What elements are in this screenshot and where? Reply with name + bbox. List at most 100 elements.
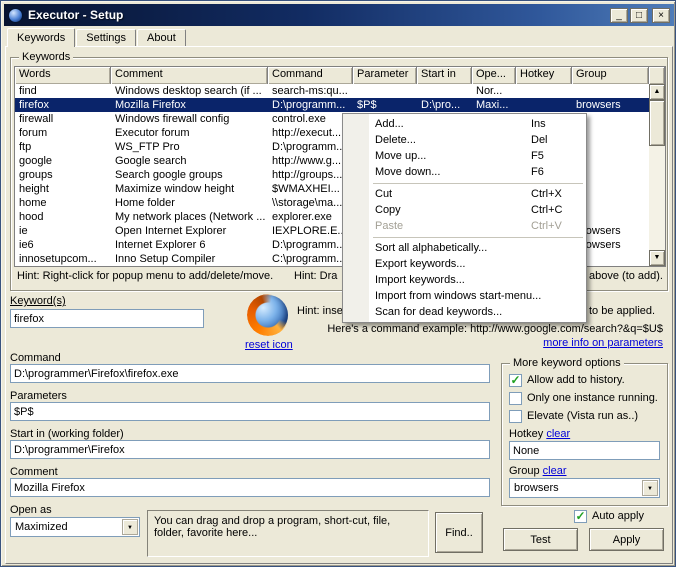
column-header[interactable]: Words: [15, 67, 111, 84]
table-cell: Executor forum: [111, 126, 268, 140]
checkbox-label: Elevate (Vista run as..): [527, 410, 638, 422]
checkbox[interactable]: [509, 392, 522, 405]
column-header[interactable]: Command: [268, 67, 353, 84]
command-label: Command: [10, 352, 61, 364]
hint-drag-fragment-end: above (to add).: [589, 270, 663, 282]
table-cell: Open Internet Explorer: [111, 224, 268, 238]
executor-setup-window: Executor - Setup _ □ × KeywordsSettingsA…: [0, 0, 676, 567]
table-cell: find: [15, 84, 111, 98]
menu-item[interactable]: CopyCtrl+C: [343, 202, 586, 218]
table-cell: control.exe: [268, 112, 353, 126]
table-cell: ie: [15, 224, 111, 238]
group-clear-link[interactable]: clear: [543, 465, 567, 477]
checkbox[interactable]: [509, 410, 522, 423]
auto-apply-checkbox[interactable]: ✓: [574, 510, 587, 523]
menu-item[interactable]: Move up... F5: [343, 148, 586, 164]
parameters-input[interactable]: [10, 402, 490, 421]
column-header[interactable]: Parameter: [353, 67, 417, 84]
menu-item[interactable]: Add...Ins: [343, 116, 586, 132]
hotkey-clear-link[interactable]: clear: [546, 428, 570, 440]
table-cell: D:\programm...: [268, 140, 353, 154]
test-button[interactable]: Test: [503, 528, 578, 551]
menu-item[interactable]: Delete...Del: [343, 132, 586, 148]
scrollbar-thumb[interactable]: [649, 100, 665, 146]
table-cell: search-ms:qu...: [268, 84, 353, 98]
table-cell: [516, 84, 572, 98]
checkbox-label: Allow add to history.: [527, 374, 625, 386]
table-cell: [353, 84, 417, 98]
table-cell: $WMAXHEI...: [268, 182, 353, 196]
checkbox[interactable]: ✓: [509, 374, 522, 387]
apply-button[interactable]: Apply: [589, 528, 664, 551]
reset-icon-link[interactable]: reset icon: [245, 339, 293, 351]
menu-item-label: Import keywords...: [375, 274, 465, 286]
table-cell: D:\programm...: [268, 98, 353, 112]
table-cell: http://execut...: [268, 126, 353, 140]
hotkey-input[interactable]: [509, 441, 660, 460]
command-input[interactable]: [10, 364, 490, 383]
openas-label: Open as: [10, 504, 52, 516]
table-cell: Google search: [111, 154, 268, 168]
column-header[interactable]: Start in: [417, 67, 472, 84]
table-cell: Windows firewall config: [111, 112, 268, 126]
table-cell: D:\pro...: [417, 98, 472, 112]
option-checkbox-row[interactable]: Only one instance running.: [509, 391, 664, 405]
maximize-button[interactable]: □: [630, 8, 648, 23]
menu-item-label: Delete...: [375, 134, 416, 146]
table-row[interactable]: firefoxMozilla FirefoxD:\programm...$P$D…: [15, 98, 649, 112]
more-info-link[interactable]: more info on parameters: [543, 337, 663, 349]
menu-item[interactable]: Import from windows start-menu...: [343, 288, 586, 304]
comment-input[interactable]: [10, 478, 490, 497]
menu-item-label: Move up...: [375, 150, 426, 162]
table-cell: C:\programm...: [268, 252, 353, 266]
table-row[interactable]: findWindows desktop search (if ...search…: [15, 84, 649, 98]
menu-item[interactable]: Sort all alphabetically...: [343, 240, 586, 256]
options-groupbox-label: More keyword options: [510, 357, 624, 369]
hotkey-label: Hotkey clear: [509, 428, 570, 440]
dragdrop-area[interactable]: You can drag and drop a program, short-c…: [147, 510, 429, 557]
maximize-icon: □: [636, 10, 642, 21]
table-cell: IEXPLORE.E...: [268, 224, 353, 238]
hint-insert-fragment-end: to be applied.: [589, 305, 655, 317]
table-cell: http://www.g...: [268, 154, 353, 168]
auto-apply-row[interactable]: ✓ Auto apply: [574, 509, 644, 523]
tab-about[interactable]: About: [137, 29, 186, 46]
find-button[interactable]: Find..: [435, 512, 483, 553]
keyword-input[interactable]: [10, 309, 204, 328]
chevron-down-icon[interactable]: ▼: [642, 480, 658, 496]
open-as-select[interactable]: Maximized ▼: [10, 517, 140, 537]
chevron-down-icon[interactable]: ▼: [122, 519, 138, 535]
close-button[interactable]: ×: [652, 8, 670, 23]
table-cell: Internet Explorer 6: [111, 238, 268, 252]
startin-input[interactable]: [10, 440, 490, 459]
scroll-up-icon[interactable]: ▲: [649, 84, 665, 100]
column-header[interactable]: Ope...: [472, 67, 516, 84]
menu-item-label: Add...: [375, 118, 404, 130]
minimize-button[interactable]: _: [610, 8, 628, 23]
scroll-down-icon[interactable]: ▼: [649, 250, 665, 266]
group-select-value: browsers: [514, 482, 559, 494]
column-header[interactable]: Group: [572, 67, 649, 84]
menu-item[interactable]: Export keywords...: [343, 256, 586, 272]
menu-item-shortcut: F5: [531, 148, 544, 164]
column-header[interactable]: Comment: [111, 67, 268, 84]
menu-item[interactable]: Import keywords...: [343, 272, 586, 288]
menu-item[interactable]: Move down...F6: [343, 164, 586, 180]
tab-keywords[interactable]: Keywords: [7, 28, 75, 47]
menu-item[interactable]: CutCtrl+X: [343, 186, 586, 202]
parameters-label: Parameters: [10, 390, 67, 402]
table-cell: Home folder: [111, 196, 268, 210]
menu-item: PasteCtrl+V: [343, 218, 586, 234]
menu-item[interactable]: Scan for dead keywords...: [343, 304, 586, 320]
hint-drag-fragment-start: Hint: Dra: [294, 270, 337, 282]
menu-item-label: Export keywords...: [375, 258, 465, 270]
group-select[interactable]: browsers ▼: [509, 478, 660, 498]
table-cell: Maxi...: [472, 98, 516, 112]
table-scrollbar[interactable]: ▲ ▼: [649, 84, 665, 266]
command-example-text: Here's a command example: http://www.goo…: [327, 323, 663, 335]
table-cell: firefox: [15, 98, 111, 112]
column-header[interactable]: Hotkey: [516, 67, 572, 84]
option-checkbox-row[interactable]: ✓ Allow add to history.: [509, 373, 664, 387]
tab-settings[interactable]: Settings: [76, 29, 136, 46]
option-checkbox-row[interactable]: Elevate (Vista run as..): [509, 409, 664, 423]
